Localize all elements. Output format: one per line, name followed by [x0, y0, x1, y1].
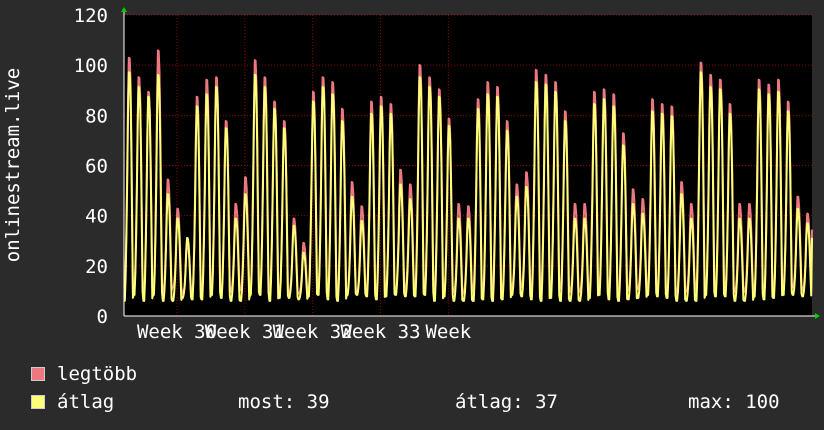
- avg-swatch-icon: [31, 395, 45, 409]
- y-tick-label: 0: [97, 306, 108, 328]
- x-tick-label: Week: [425, 321, 471, 343]
- y-tick-label: 60: [85, 156, 108, 178]
- legend-item-max: legtöbb: [31, 363, 137, 385]
- x-tick-label: Week 33: [340, 321, 420, 343]
- stat-average: átlag: 37: [455, 391, 558, 413]
- max-swatch-icon: [31, 367, 45, 381]
- legend-label-avg: átlag: [57, 391, 115, 413]
- legend-item-avg: átlag: [31, 391, 114, 413]
- y-axis-arrow-icon: [121, 7, 127, 12]
- y-tick-label: 20: [85, 256, 108, 278]
- y-tick-label: 80: [85, 105, 108, 127]
- stat-current: most: 39: [238, 391, 330, 413]
- stat-maximum: max: 100: [688, 391, 780, 413]
- chart: 0 20 40 60 80 100 120 Week 30Week 31Week 32Wee…: [2, 5, 820, 343]
- x-tick-labels: Week 30Week 31Week 32Week 33 Week: [137, 321, 472, 343]
- x-axis-arrow-icon: [815, 313, 820, 319]
- y-tick-label: 100: [74, 55, 108, 77]
- y-tick-label: 40: [85, 206, 108, 228]
- y-tick-label: 120: [74, 5, 108, 27]
- legend-label-max: legtöbb: [57, 363, 138, 385]
- y-tick-labels: 0 20 40 60 80 100 120: [74, 5, 108, 328]
- y-axis-label: onlinestream.live: [2, 68, 24, 262]
